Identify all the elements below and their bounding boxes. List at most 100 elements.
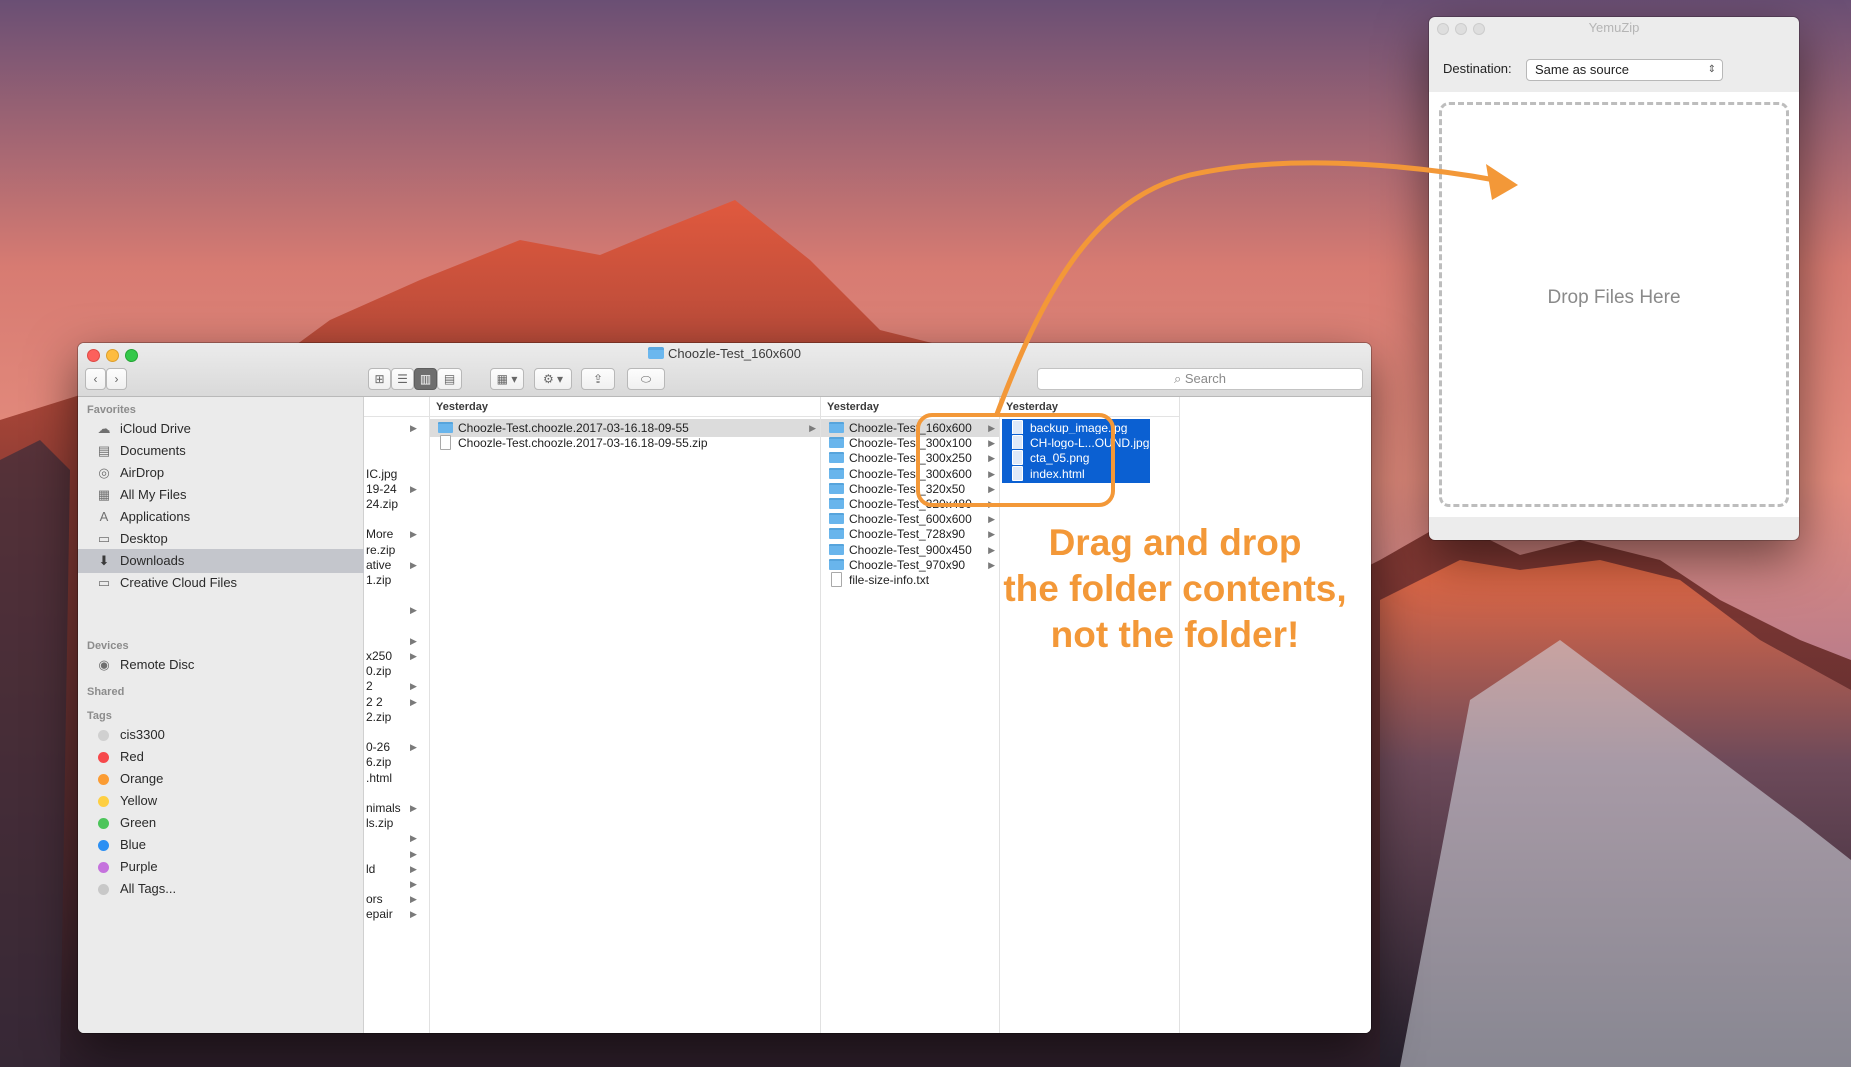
file-row[interactable]: Choozle-Test.choozle.2017-03-16.18-09-55…	[430, 434, 820, 452]
tag-label: Red	[120, 749, 144, 764]
sidebar-item-downloads[interactable]: ⬇ Downloads	[78, 549, 364, 573]
cover-flow-view-button[interactable]: ▤	[437, 368, 462, 390]
airdrop-icon: ◎	[98, 465, 110, 480]
tag-item-cis3300[interactable]: cis3300	[78, 723, 364, 747]
sidebar-item-desktop[interactable]: ▭ Desktop	[78, 527, 364, 551]
arrange-menu-button[interactable]: ▦ ▾	[490, 368, 524, 390]
sidebar-item-airdrop[interactable]: ◎ AirDrop	[78, 461, 364, 485]
annotation-line-1: Drag and drop	[1048, 522, 1302, 563]
partial-row-label[interactable]: ld	[366, 860, 375, 878]
column-2-header: Yesterday	[821, 397, 999, 417]
chevron-right-icon: ▶	[410, 742, 417, 753]
window-title-label: Choozle-Test_160x600	[668, 346, 801, 361]
sidebar-item-documents[interactable]: ▤ Documents	[78, 439, 364, 463]
column-empty	[1180, 397, 1371, 1033]
sidebar-item-applications[interactable]: A Applications	[78, 505, 364, 529]
finder-titlebar: Choozle-Test_160x600 ‹ › ⊞ ☰ ▥ ▤ ▦ ▾ ⚙ ▾…	[78, 343, 1371, 397]
sidebar-item-label: Remote Disc	[120, 657, 195, 672]
chevron-right-icon: ▶	[410, 696, 417, 707]
search-placeholder: Search	[1184, 371, 1227, 386]
sidebar-item-label: AirDrop	[120, 465, 165, 480]
icon-view-button[interactable]: ⊞	[368, 368, 391, 390]
file-icon	[1012, 420, 1023, 435]
tag-item-yellow[interactable]: Yellow	[78, 789, 364, 813]
chevron-right-icon: ▶	[410, 483, 417, 494]
folder-icon	[829, 422, 844, 433]
chevron-right-icon: ▶	[410, 651, 417, 661]
column-view-button[interactable]: ▥	[414, 368, 437, 390]
tag-item-red[interactable]: Red	[78, 745, 364, 769]
folder-icon	[829, 498, 844, 509]
chevron-right-icon: ▶	[410, 423, 417, 433]
sidebar-heading-tags: Tags	[87, 710, 112, 722]
finder-window: Choozle-Test_160x600 ‹ › ⊞ ☰ ▥ ▤ ▦ ▾ ⚙ ▾…	[78, 343, 1371, 1033]
sidebar-item-icloud-drive[interactable]: ☁ iCloud Drive	[78, 417, 364, 441]
window-title: Choozle-Test_160x600	[78, 346, 1371, 361]
tag-label: Purple	[120, 859, 158, 874]
tag-color-dot-icon	[98, 774, 109, 785]
tag-item-orange[interactable]: Orange	[78, 767, 364, 791]
tag-item-purple[interactable]: Purple	[78, 855, 364, 879]
drop-area[interactable]: Drop Files Here	[1429, 92, 1799, 517]
share-button[interactable]: ⇪	[581, 368, 615, 390]
tag-item-blue[interactable]: Blue	[78, 833, 364, 857]
row-label: Choozle-Test.choozle.2017-03-16.18-09-55…	[458, 436, 708, 451]
search-icon: ⌕	[1173, 371, 1185, 386]
tag-label: Blue	[120, 837, 147, 852]
destination-value: Same as source	[1535, 62, 1629, 77]
sidebar-item-label: iCloud Drive	[120, 421, 191, 436]
file-icon	[440, 435, 451, 451]
all-files-icon: ▦	[97, 487, 111, 502]
sidebar-item-label: Creative Cloud Files	[120, 575, 238, 590]
sidebar-heading-favorites: Favorites	[87, 404, 136, 416]
sidebar-item-label: Applications	[120, 509, 191, 524]
tag-item-green[interactable]: Green	[78, 811, 364, 835]
sidebar-item-all-my-files[interactable]: ▦ All My Files	[78, 483, 364, 507]
partial-row-label[interactable]: 24.zip	[366, 495, 398, 513]
folder-icon	[829, 528, 844, 540]
sidebar-item-label: Documents	[120, 443, 186, 458]
partial-row-label[interactable]: ls.zip	[366, 814, 393, 832]
folder-icon	[829, 437, 844, 449]
partial-row-label[interactable]: 2.zip	[366, 708, 391, 726]
list-view-button[interactable]: ☰	[391, 368, 414, 390]
forward-button[interactable]: ›	[106, 368, 127, 390]
sidebar-item-remote-disc[interactable]: ◉ Remote Disc	[78, 653, 364, 677]
partial-row-label[interactable]: .html	[366, 769, 392, 787]
tag-button[interactable]: ⬭	[627, 368, 665, 390]
updown-arrows-icon: ⇕	[1707, 64, 1716, 75]
folder-icon	[829, 467, 844, 479]
folder-icon	[829, 543, 844, 555]
folder-icon	[648, 347, 664, 359]
back-button[interactable]: ‹	[85, 368, 106, 390]
action-gear-button[interactable]: ⚙ ▾	[534, 368, 572, 390]
partial-row-label[interactable]: epair	[366, 905, 393, 923]
destination-select[interactable]: Same as source ⇕	[1526, 59, 1723, 81]
tag-color-dot-icon	[98, 862, 109, 873]
row-label: file-size-info.txt	[849, 573, 930, 587]
chevron-right-icon: ▶	[410, 529, 417, 540]
partial-row-label[interactable]: 1.zip	[366, 571, 391, 589]
documents-icon: ▤	[97, 443, 111, 458]
file-row[interactable]: file-size-info.txt	[821, 571, 999, 589]
folder-icon: ▭	[97, 575, 111, 590]
tag-item-all-tags-[interactable]: All Tags...	[78, 877, 364, 901]
sidebar-item-creative-cloud-files[interactable]: ▭ Creative Cloud Files	[78, 571, 364, 595]
tag-color-dot-icon	[98, 818, 109, 829]
folder-icon	[438, 422, 453, 433]
folder-icon	[829, 482, 844, 494]
chevron-right-icon: ▶	[410, 909, 417, 920]
downloads-icon: ⬇	[98, 553, 110, 568]
yemuzip-window: YemuZip Destination: Same as source ⇕ Dr…	[1429, 17, 1799, 540]
sidebar-heading-shared: Shared	[87, 686, 125, 698]
file-row[interactable]: index.html	[1002, 464, 1150, 483]
column-partial-header	[364, 397, 429, 417]
tag-color-dot-icon	[98, 730, 109, 741]
search-input[interactable]: ⌕ Search	[1037, 368, 1363, 390]
annotation-text: Drag and drop the folder contents, not t…	[975, 520, 1375, 658]
column-1: Yesterday Choozle-Test.choozle.2017-03-1…	[430, 397, 821, 1033]
cloud-icon: ☁	[97, 421, 111, 436]
sidebar-item-label: All My Files	[120, 487, 187, 502]
tag-label: All Tags...	[120, 881, 177, 896]
column-partial: ▶ IC.jpg 19-24 ▶ 24.zip More ▶ re.zip ative ▶ 1.zi…	[364, 397, 430, 1033]
